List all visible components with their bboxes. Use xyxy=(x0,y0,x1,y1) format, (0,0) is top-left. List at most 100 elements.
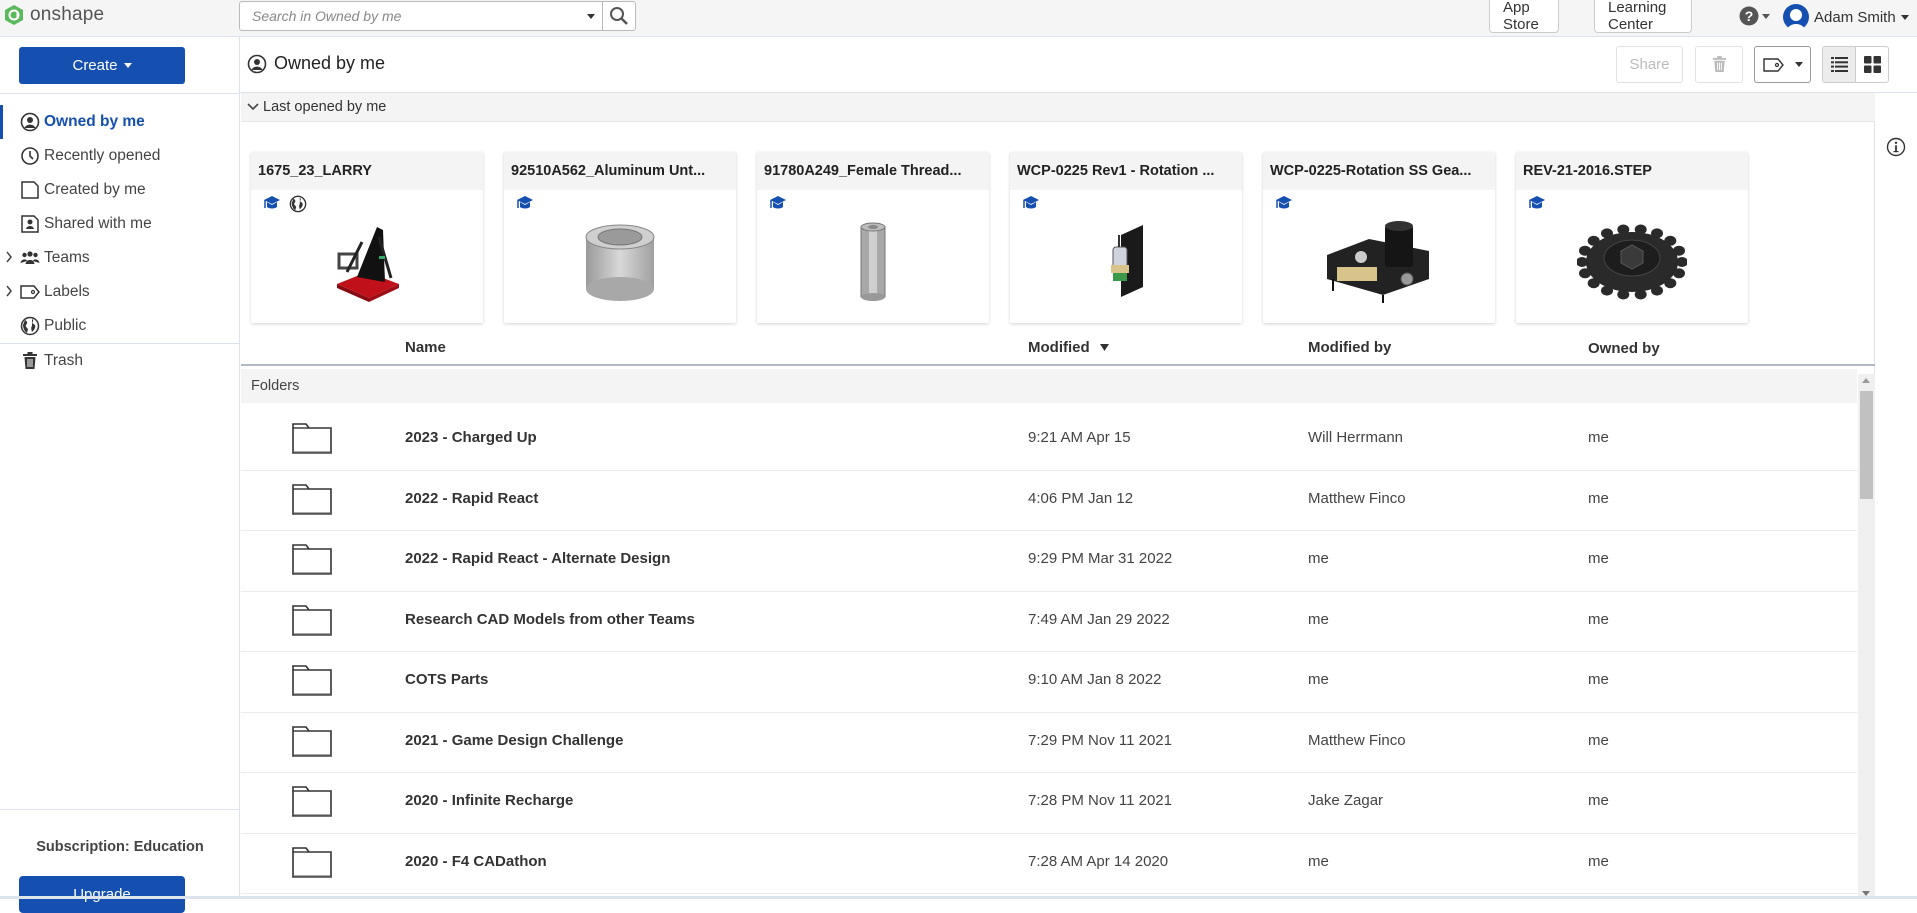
education-icon xyxy=(770,196,786,209)
folder-name[interactable]: COTS Parts xyxy=(405,671,488,688)
recent-document-card[interactable]: WCP-0225-Rotation SS Gea... xyxy=(1263,152,1495,323)
modified-by: me xyxy=(1308,610,1329,628)
caret-down-icon xyxy=(1762,13,1770,19)
recent-document-card[interactable]: 92510A562_Aluminum Unt... xyxy=(504,152,736,323)
caret-down-icon xyxy=(123,63,132,68)
modified-date: 7:29 PM Nov 11 2021 xyxy=(1028,731,1172,749)
table-row[interactable]: 2022 - Rapid React 4:06 PM Jan 12 Matthew … xyxy=(241,471,1857,531)
modified-date: 7:28 AM Apr 14 2020 xyxy=(1028,852,1169,870)
list-view-button[interactable] xyxy=(1823,47,1856,82)
sidebar-item-recently-opened[interactable]: Recently opened xyxy=(0,139,240,173)
label-dropdown-button[interactable] xyxy=(1754,46,1811,83)
recent-document-card[interactable]: 1675_23_LARRY xyxy=(251,152,483,323)
card-title: REV-21-2016.STEP xyxy=(1516,152,1748,190)
gearbox-thumbnail xyxy=(1319,214,1439,310)
folder-name[interactable]: 2022 - Rapid React - Alternate Design xyxy=(405,550,670,567)
trash-icon xyxy=(1712,56,1726,72)
table-row[interactable]: 2023 - Charged Up 9:21 AM Apr 15 Will Herr… xyxy=(241,410,1857,471)
document-icon xyxy=(20,180,40,200)
column-header-modified-by[interactable]: Modified by xyxy=(1308,339,1391,356)
folder-icon xyxy=(292,785,332,821)
education-icon xyxy=(264,196,280,209)
sidebar-item-labels[interactable]: Labels xyxy=(0,275,240,309)
scrollbar[interactable] xyxy=(1858,374,1875,899)
table-row[interactable]: 2021 - Game Design Challenge 7:29 PM Nov … xyxy=(241,713,1857,773)
education-icon xyxy=(1276,196,1292,209)
sidebar-item-created-by-me[interactable]: Created by me xyxy=(0,173,240,207)
scrollbar-thumb[interactable] xyxy=(1860,391,1873,499)
sidebar-item-shared-with-me[interactable]: Shared with me xyxy=(0,207,240,241)
owned-by: me xyxy=(1588,792,1609,809)
recent-section-toggle[interactable]: Last opened by me xyxy=(241,93,1875,122)
column-header-name[interactable]: Name xyxy=(405,339,446,356)
info-icon[interactable] xyxy=(1886,137,1906,157)
folder-name[interactable]: 2020 - Infinite Recharge xyxy=(405,792,573,809)
modified-date: 9:29 PM Mar 31 2022 xyxy=(1028,550,1173,567)
search-box xyxy=(239,1,636,31)
folder-name[interactable]: Research CAD Models from other Teams xyxy=(405,611,695,628)
education-icon xyxy=(1023,196,1039,209)
clock-icon xyxy=(20,146,40,166)
subscription-panel: Subscription: Education Upgrade xyxy=(0,809,240,913)
caret-down-icon xyxy=(1900,14,1909,20)
recent-document-card[interactable]: WCP-0225 Rev1 - Rotation ... xyxy=(1010,152,1242,323)
table-row[interactable]: COTS Parts 9:10 AM Jan 8 2022 me me xyxy=(241,652,1857,713)
card-title: 92510A562_Aluminum Unt... xyxy=(504,152,736,190)
sort-desc-icon xyxy=(1099,344,1109,351)
recent-section-label: Last opened by me xyxy=(263,99,387,115)
modified-by: Will Herrmann xyxy=(1308,429,1404,446)
modified-date: 9:21 AM Apr 15 xyxy=(1028,429,1131,446)
owned-by: me xyxy=(1588,489,1609,507)
recent-document-card[interactable]: REV-21-2016.STEP xyxy=(1516,152,1748,323)
sidebar-item-label: Created by me xyxy=(44,181,146,198)
folder-list: 2023 - Charged Up 9:21 AM Apr 15 Will Herr… xyxy=(241,410,1857,894)
sidebar-item-public[interactable]: Public xyxy=(0,309,240,343)
folder-name[interactable]: 2020 - F4 CADathon xyxy=(405,853,547,870)
table-row[interactable]: Research CAD Models from other Teams 7:49… xyxy=(241,592,1857,652)
delete-button[interactable] xyxy=(1695,46,1743,83)
view-toggle xyxy=(1822,46,1889,83)
help-menu[interactable]: ? xyxy=(1739,6,1770,26)
modified-date: 7:28 PM Nov 11 2021 xyxy=(1028,792,1172,809)
chevron-right-icon[interactable] xyxy=(5,284,13,298)
chevron-down-icon xyxy=(247,103,259,111)
standoff-thumbnail xyxy=(813,214,933,310)
page-title: Owned by me xyxy=(247,53,385,74)
learning-center-button[interactable]: Learning Center xyxy=(1594,0,1692,33)
modified-by: me xyxy=(1308,550,1329,567)
owned-by: me xyxy=(1588,671,1609,688)
column-header-owned-by[interactable]: Owned by xyxy=(1588,340,1660,357)
caret-down-icon xyxy=(1794,62,1803,67)
folder-name[interactable]: 2021 - Game Design Challenge xyxy=(405,732,623,749)
recent-document-card[interactable]: 91780A249_Female Thread... xyxy=(757,152,989,323)
search-filter-dropdown[interactable] xyxy=(580,2,602,30)
owned-by: me xyxy=(1588,550,1609,567)
search-input[interactable] xyxy=(240,2,580,30)
chevron-right-icon[interactable] xyxy=(5,250,13,264)
app-store-button[interactable]: App Store xyxy=(1489,0,1559,33)
search-button[interactable] xyxy=(602,2,635,30)
user-menu[interactable]: Adam Smith xyxy=(1783,4,1909,30)
sidebar-item-teams[interactable]: Teams xyxy=(0,241,240,275)
folder-name[interactable]: 2023 - Charged Up xyxy=(405,429,537,446)
folder-name[interactable]: 2022 - Rapid React xyxy=(405,490,538,507)
column-header-modified[interactable]: Modified xyxy=(1028,339,1109,356)
teams-icon xyxy=(20,248,40,268)
grid-view-button[interactable] xyxy=(1856,47,1888,82)
table-row[interactable]: 2020 - Infinite Recharge 7:28 PM Nov 11 2… xyxy=(241,773,1857,834)
caret-down-icon xyxy=(587,13,595,19)
search-icon xyxy=(610,7,628,25)
sidebar-item-owned-by-me[interactable]: Owned by me xyxy=(0,105,240,139)
onshape-logo[interactable]: onshape xyxy=(4,4,104,26)
scroll-up-arrow[interactable] xyxy=(1862,378,1870,383)
create-button[interactable]: Create xyxy=(19,47,185,84)
person-circle-icon xyxy=(20,112,40,132)
table-row[interactable]: 2020 - F4 CADathon 7:28 AM Apr 14 2020 me m… xyxy=(241,834,1857,894)
upgrade-button[interactable]: Upgrade xyxy=(19,876,185,913)
education-icon xyxy=(1529,196,1545,209)
spacer-thumbnail xyxy=(560,214,680,310)
table-row[interactable]: 2022 - Rapid React - Alternate Design 9:2… xyxy=(241,531,1857,592)
list-view-icon xyxy=(1830,57,1848,72)
share-button[interactable]: Share xyxy=(1616,46,1683,83)
sidebar-item-trash[interactable]: Trash xyxy=(0,344,240,378)
